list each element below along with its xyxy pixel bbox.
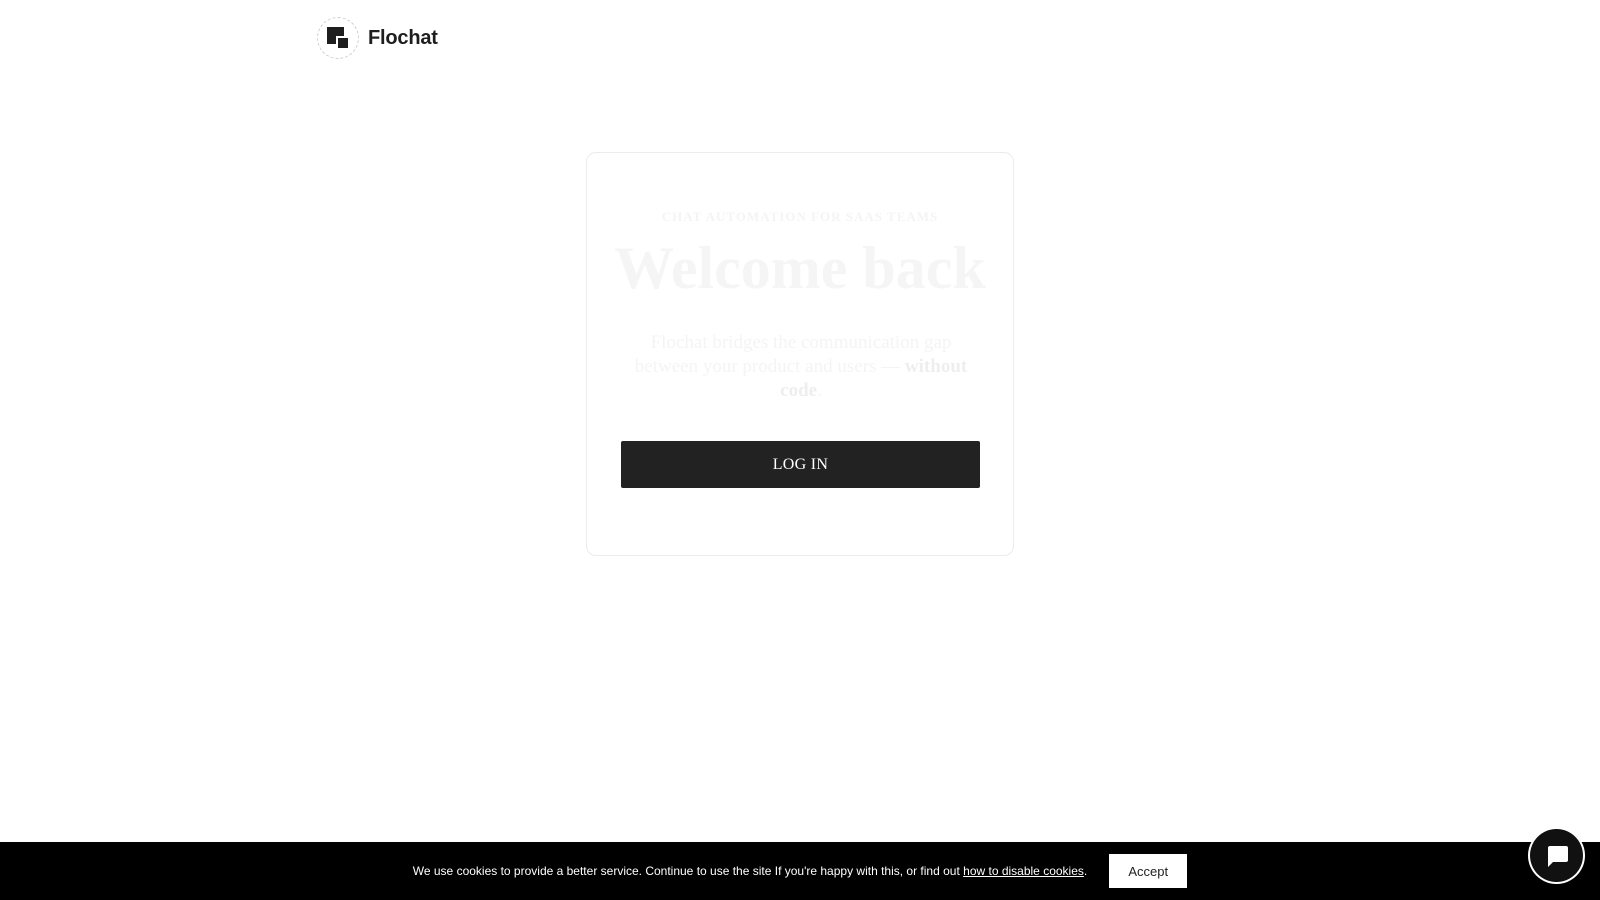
chat-bubble-icon <box>1547 845 1568 867</box>
cookie-message: We use cookies to provide a better servi… <box>413 864 1087 878</box>
cookie-text: We use cookies to provide a better servi… <box>412 864 964 878</box>
chat-widget-button[interactable] <box>1530 829 1583 882</box>
brand-name[interactable]: Flochat <box>368 27 438 50</box>
description-end: . <box>817 380 822 401</box>
disable-cookies-link[interactable]: how to disable cookies <box>963 864 1084 878</box>
cookie-text-end: . <box>1083 864 1088 878</box>
logo-squares-icon <box>327 27 349 49</box>
card-description: Flochat bridges the communication gap be… <box>623 331 979 403</box>
login-card: CHAT AUTOMATION FOR SAAS TEAMS Welcome b… <box>586 152 1014 556</box>
welcome-headline: Welcome back <box>614 235 986 301</box>
site-header: Flochat <box>317 16 438 60</box>
accept-cookies-button[interactable]: Accept <box>1109 854 1188 888</box>
description-text: Flochat bridges the communication gap be… <box>634 332 952 377</box>
cookie-banner: We use cookies to provide a better servi… <box>0 842 1600 900</box>
login-button[interactable]: LOG IN <box>621 441 980 488</box>
card-kicker: CHAT AUTOMATION FOR SAAS TEAMS <box>661 209 939 224</box>
flochat-logo-icon[interactable] <box>317 17 359 59</box>
